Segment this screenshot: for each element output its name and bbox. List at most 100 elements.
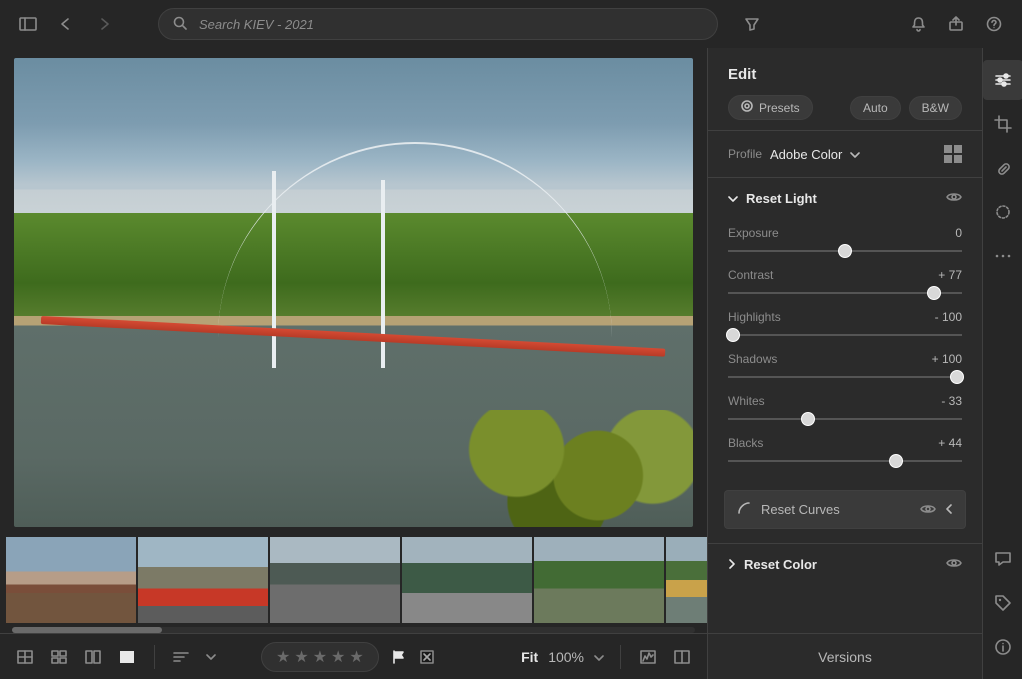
slider-label: Shadows	[728, 352, 777, 366]
color-section-header[interactable]: Reset Color	[708, 543, 982, 584]
help-icon[interactable]	[980, 10, 1008, 38]
crop-tool-icon[interactable]	[983, 104, 1022, 144]
edit-tool-icon[interactable]	[983, 60, 1022, 100]
curves-row[interactable]: Reset Curves	[724, 490, 966, 529]
curve-icon	[737, 501, 751, 518]
auto-label: Auto	[863, 101, 888, 115]
filter-icon[interactable]	[738, 10, 766, 38]
slider-value: - 33	[941, 394, 962, 408]
thumbnail[interactable]	[666, 537, 707, 623]
scrollbar-handle[interactable]	[12, 627, 162, 633]
bell-icon[interactable]	[904, 10, 932, 38]
before-after-icon[interactable]	[671, 648, 693, 666]
chevron-right-icon	[728, 557, 736, 572]
slider-knob[interactable]	[950, 370, 964, 384]
slider-knob[interactable]	[838, 244, 852, 258]
shadows-slider[interactable]: Shadows+ 100	[728, 346, 962, 388]
presets-button[interactable]: Presets	[728, 95, 813, 120]
chevron-right-icon	[946, 502, 953, 517]
contrast-slider[interactable]: Contrast + 77	[728, 262, 962, 304]
profile-row[interactable]: Profile Adobe Color	[708, 130, 982, 178]
eye-icon[interactable]	[946, 556, 962, 572]
slider-value: 0	[955, 226, 962, 240]
filmstrip	[0, 533, 707, 633]
bw-button[interactable]: B&W	[909, 96, 962, 120]
slider-knob[interactable]	[889, 454, 903, 468]
section-title: Reset Light	[746, 191, 817, 206]
curves-label: Reset Curves	[761, 502, 840, 517]
section-title: Reset Color	[744, 557, 817, 572]
view-grid-small-icon[interactable]	[48, 648, 70, 666]
zoom-control[interactable]: Fit 100%	[521, 649, 604, 665]
histogram-toggle-icon[interactable]	[637, 648, 659, 666]
heal-tool-icon[interactable]	[983, 148, 1022, 188]
filmstrip-scrollbar[interactable]	[12, 627, 695, 633]
comment-icon[interactable]	[983, 539, 1022, 579]
star-rating[interactable]: ★ ★ ★ ★ ★	[261, 642, 379, 672]
slider-knob[interactable]	[726, 328, 740, 342]
eye-icon[interactable]	[920, 502, 936, 518]
slider-label: Contrast	[728, 268, 773, 282]
bw-label: B&W	[922, 101, 949, 115]
eye-icon[interactable]	[946, 190, 962, 206]
image-canvas[interactable]	[0, 48, 707, 533]
versions-label: Versions	[818, 649, 872, 665]
sort-chevron-icon[interactable]	[205, 648, 217, 666]
thumbnail[interactable]	[534, 537, 664, 623]
flag-pick-icon[interactable]	[391, 649, 407, 665]
nav-back-icon[interactable]	[52, 10, 80, 38]
slider-knob[interactable]	[927, 286, 941, 300]
whites-slider[interactable]: Whites- 33	[728, 388, 962, 430]
slider-value: + 77	[938, 268, 962, 282]
search-box[interactable]	[158, 8, 718, 40]
view-grid-icon[interactable]	[14, 648, 36, 666]
light-section-header[interactable]: Reset Light	[708, 178, 982, 218]
divider	[154, 645, 155, 669]
chevron-down-icon	[728, 191, 738, 206]
view-compare-icon[interactable]	[82, 648, 104, 666]
profile-label: Profile	[728, 147, 762, 161]
share-icon[interactable]	[942, 10, 970, 38]
blacks-slider[interactable]: Blacks + 44	[728, 430, 962, 472]
thumbnail[interactable]	[270, 537, 400, 623]
presets-icon	[741, 100, 753, 115]
zoom-percent[interactable]: 100%	[548, 649, 584, 665]
search-input[interactable]	[197, 16, 703, 33]
star-icon: ★	[313, 647, 327, 667]
more-icon[interactable]	[983, 236, 1022, 276]
flag-reject-icon[interactable]	[419, 649, 435, 665]
zoom-fit-label[interactable]: Fit	[521, 649, 538, 665]
main-photo	[14, 58, 693, 527]
exposure-slider[interactable]: Exposure 0	[728, 220, 962, 262]
chevron-down-icon	[850, 147, 860, 162]
thumbnail[interactable]	[6, 537, 136, 623]
search-icon	[173, 16, 187, 33]
nav-forward-icon[interactable]	[90, 10, 118, 38]
profile-browser-icon[interactable]	[944, 145, 962, 163]
sort-icon[interactable]	[171, 648, 193, 666]
highlights-slider[interactable]: Highlights- 100	[728, 304, 962, 346]
mask-tool-icon[interactable]	[983, 192, 1022, 232]
star-icon: ★	[331, 647, 345, 667]
thumbnail[interactable]	[138, 537, 268, 623]
info-icon[interactable]	[983, 627, 1022, 667]
versions-button[interactable]: Versions	[708, 633, 982, 679]
sidebar-toggle-icon[interactable]	[14, 10, 42, 38]
slider-value: + 44	[938, 436, 962, 450]
tag-icon[interactable]	[983, 583, 1022, 623]
slider-label: Highlights	[728, 310, 781, 324]
slider-label: Blacks	[728, 436, 763, 450]
auto-button[interactable]: Auto	[850, 96, 901, 120]
view-single-icon[interactable]	[116, 648, 138, 666]
slider-label: Exposure	[728, 226, 779, 240]
divider	[620, 645, 621, 669]
workspace: ★ ★ ★ ★ ★ Fit 100%	[0, 48, 707, 679]
thumbnail[interactable]	[402, 537, 532, 623]
bottom-toolbar: ★ ★ ★ ★ ★ Fit 100%	[0, 633, 707, 679]
panel-title: Edit	[728, 66, 962, 83]
tool-rail	[982, 48, 1022, 679]
star-icon: ★	[349, 647, 363, 667]
star-icon: ★	[294, 647, 308, 667]
slider-knob[interactable]	[801, 412, 815, 426]
profile-value: Adobe Color	[770, 147, 842, 162]
